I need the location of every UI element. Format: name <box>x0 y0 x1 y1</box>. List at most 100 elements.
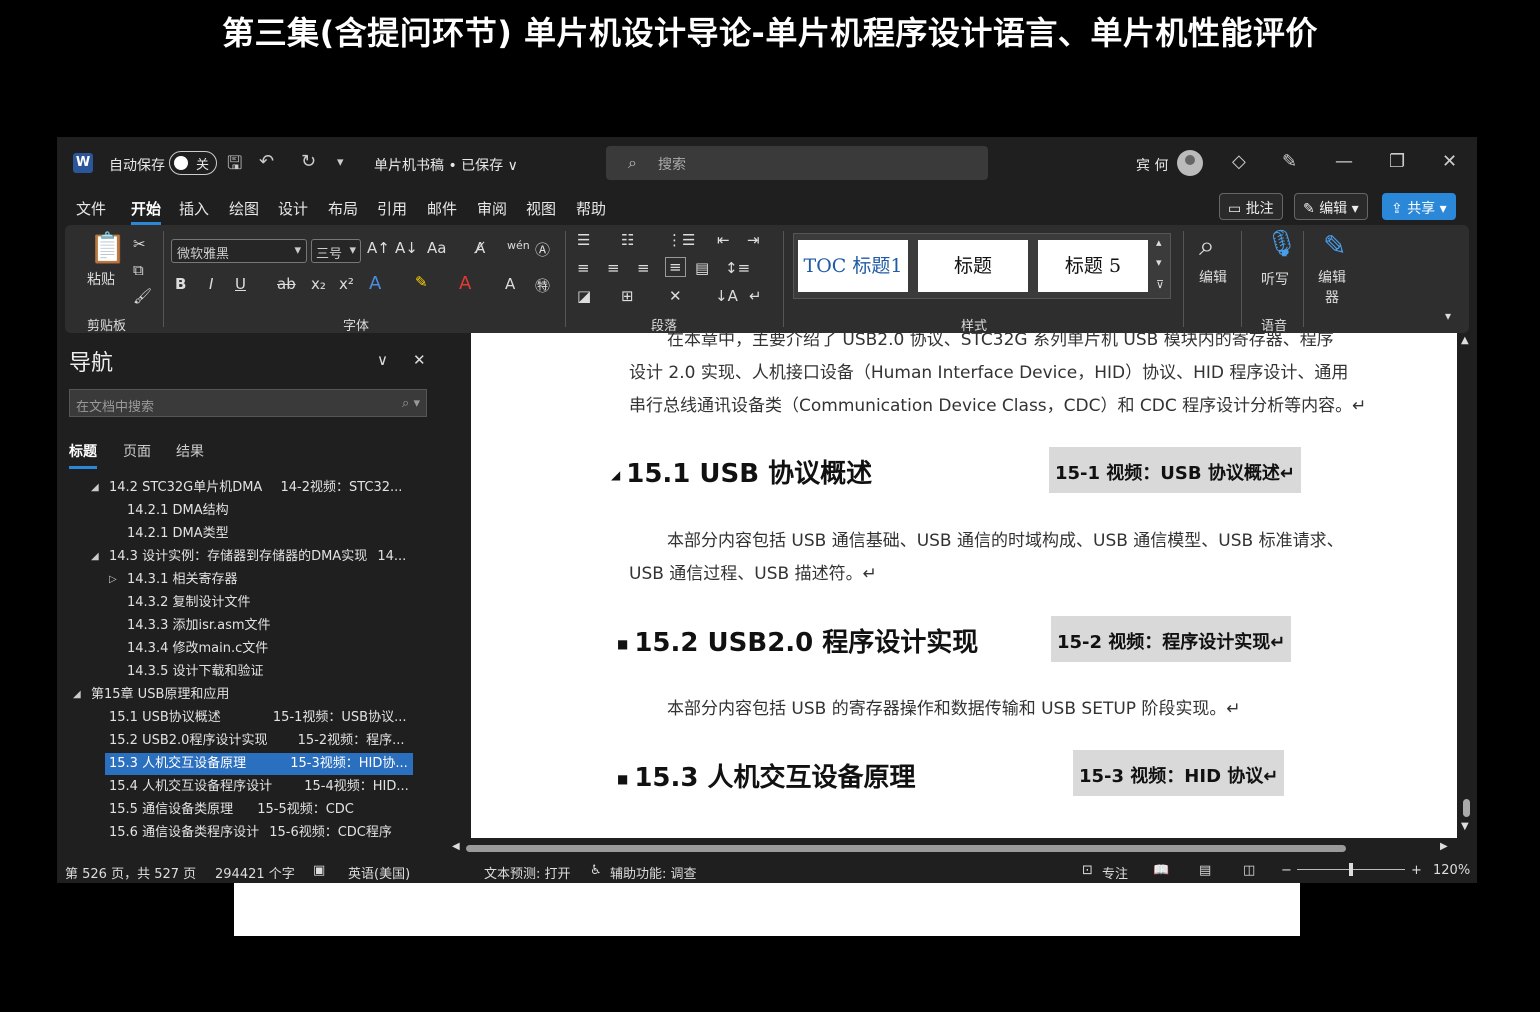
scroll-down-icon[interactable]: ▼ <box>1461 821 1469 832</box>
scroll-right-icon[interactable]: ▶ <box>1440 841 1448 852</box>
pen-icon[interactable]: ✎ <box>1282 151 1297 172</box>
shading-icon[interactable]: ◪ <box>577 287 591 305</box>
align-right-icon[interactable]: ≡ <box>637 259 650 277</box>
autosave-toggle[interactable]: 关 <box>169 151 217 175</box>
sort-icon[interactable]: ↓A <box>715 287 738 305</box>
scroll-left-icon[interactable]: ◀ <box>452 841 460 852</box>
style-toc-heading-1[interactable]: TOC 标题1 <box>798 240 908 292</box>
nav-search-input[interactable]: 在文档中搜索 ⌕ ▾ <box>69 389 427 417</box>
microphone-icon[interactable]: 🎙 <box>1265 229 1298 259</box>
style-heading-5[interactable]: 标题 5 <box>1038 240 1148 292</box>
nav-heading-14-2[interactable]: ◢ 14.2 STC32G单片机DMA 14-2视频：STC32... <box>91 477 402 499</box>
nav-close-icon[interactable]: ✕ <box>413 351 426 369</box>
accessibility-icon[interactable]: ♿ <box>590 863 602 878</box>
distributed-icon[interactable]: ▤ <box>695 259 709 277</box>
change-case-icon[interactable]: Aa <box>427 239 446 257</box>
paste-icon[interactable]: 📋 <box>89 231 126 266</box>
focus-label[interactable]: 专注 <box>1102 863 1128 882</box>
collapse-icon[interactable]: ◢ <box>91 546 99 568</box>
nav-heading-15-1[interactable]: 15.1 USB协议概述 15-1视频：USB协议... <box>109 707 407 729</box>
phonetic-guide-icon[interactable]: wén <box>507 239 530 252</box>
nav-tab-pages[interactable]: 页面 <box>123 441 151 461</box>
nav-heading-14-2-1a[interactable]: 14.2.1 DMA结构 <box>127 500 229 522</box>
language[interactable]: 英语(美国) <box>348 863 410 882</box>
chinese-layout-icon[interactable]: ✕ <box>669 287 682 305</box>
editing-label[interactable]: 编辑 <box>1199 267 1227 287</box>
collapse-icon[interactable]: ◢ <box>91 477 99 499</box>
tab-design[interactable]: 设计 <box>278 198 308 219</box>
strikethrough-icon[interactable]: ab <box>277 275 296 293</box>
editing-mode-button[interactable]: ✎ 编辑 ▾ <box>1294 193 1368 220</box>
collapse-ribbon-icon[interactable]: ▾ <box>1445 309 1451 323</box>
align-left-icon[interactable]: ≡ <box>577 259 590 277</box>
subscript-icon[interactable]: x₂ <box>311 275 326 293</box>
borders-icon[interactable]: ⊞ <box>621 287 634 305</box>
align-center-icon[interactable]: ≡ <box>607 259 620 277</box>
focus-icon[interactable]: ⊡ <box>1082 863 1093 878</box>
dictate-label[interactable]: 听写 <box>1261 269 1289 289</box>
highlight-icon[interactable]: ✎ <box>415 273 428 291</box>
redo-icon[interactable]: ↻ <box>301 151 316 172</box>
font-color-icon[interactable]: A <box>459 273 471 294</box>
decrease-indent-icon[interactable]: ⇤ <box>717 231 730 249</box>
word-count[interactable]: 294421 个字 <box>215 863 295 882</box>
numbering-icon[interactable]: ☷ <box>621 231 634 249</box>
copy-icon[interactable]: ⧉ <box>133 261 144 279</box>
nav-heading-14-2-1b[interactable]: 14.2.1 DMA类型 <box>127 523 229 545</box>
styles-scroll-down-icon[interactable]: ▾ <box>1156 256 1162 269</box>
nav-heading-14-3-1[interactable]: ▷ 14.3.1 相关寄存器 <box>109 569 237 591</box>
cut-icon[interactable]: ✂ <box>133 235 146 253</box>
italic-icon[interactable]: I <box>209 275 213 293</box>
tab-references[interactable]: 引用 <box>377 198 407 219</box>
tab-layout[interactable]: 布局 <box>328 198 358 219</box>
zoom-in-icon[interactable]: + <box>1411 863 1422 878</box>
zoom-slider-thumb[interactable] <box>1349 863 1353 876</box>
styles-more-icon[interactable]: ⊽ <box>1156 278 1164 291</box>
font-name-select[interactable]: 微软雅黑 ▾ <box>171 239 307 263</box>
scroll-up-icon[interactable]: ▲ <box>1461 335 1469 346</box>
nav-heading-15-4[interactable]: 15.4 人机交互设备程序设计 15-4视频：HID... <box>109 776 409 798</box>
paste-label[interactable]: 粘贴 <box>87 269 115 289</box>
search-box[interactable]: ⌕ 搜索 <box>606 146 988 180</box>
tab-view[interactable]: 视图 <box>526 198 556 219</box>
proofing-icon[interactable]: ▣ <box>313 863 325 878</box>
horizontal-scrollbar[interactable]: ◀ ▶ <box>452 841 1452 855</box>
show-marks-icon[interactable]: ↵ <box>749 287 762 305</box>
nav-heading-15-2[interactable]: 15.2 USB2.0程序设计实现 15-2视频：程序... <box>109 730 405 752</box>
editor-icon[interactable]: ✎ <box>1323 229 1346 262</box>
share-button[interactable]: ⇪ 共享 ▾ <box>1382 193 1456 220</box>
diamond-icon[interactable]: ◇ <box>1232 151 1246 172</box>
avatar[interactable] <box>1177 150 1203 176</box>
restore-icon[interactable]: ❐ <box>1389 151 1405 172</box>
save-icon[interactable]: 🖫 <box>227 151 242 181</box>
find-icon[interactable]: ⌕ <box>1199 229 1215 263</box>
close-icon[interactable]: ✕ <box>1442 151 1457 172</box>
tab-draw[interactable]: 绘图 <box>229 198 259 219</box>
bold-icon[interactable]: B <box>175 275 186 293</box>
print-layout-icon[interactable]: ▤ <box>1199 863 1211 878</box>
nav-heading-14-3-4[interactable]: 14.3.4 修改main.c文件 <box>127 638 268 660</box>
grow-font-icon[interactable]: A↑ <box>367 239 390 257</box>
tab-insert[interactable]: 插入 <box>179 198 209 219</box>
nav-heading-14-3-3[interactable]: 14.3.3 添加isr.asm文件 <box>127 615 271 637</box>
comments-button[interactable]: ▭ 批注 <box>1219 193 1283 220</box>
minimize-icon[interactable]: — <box>1335 151 1353 172</box>
nav-heading-15-3[interactable]: 15.3 人机交互设备原理 15-3视频：HID协... <box>105 753 413 775</box>
style-title[interactable]: 标题 <box>918 240 1028 292</box>
nav-heading-14-3-5[interactable]: 14.3.5 设计下载和验证 <box>127 661 263 683</box>
enclose-char-icon[interactable]: ㊕ <box>535 275 550 296</box>
nav-heading-15-5[interactable]: 15.5 通信设备类原理 15-5视频：CDC <box>109 799 354 821</box>
document-page[interactable]: 在本章中，主要介绍了 USB2.0 协议、STC32G 系列单片机 USB 模块… <box>471 330 1457 838</box>
editor-label[interactable]: 编辑器 <box>1317 267 1347 307</box>
shrink-font-icon[interactable]: A↓ <box>395 239 418 257</box>
read-mode-icon[interactable]: 📖 <box>1153 863 1169 878</box>
nav-heading-14-3-2[interactable]: 14.3.2 复制设计文件 <box>127 592 250 614</box>
nav-tab-results[interactable]: 结果 <box>176 441 204 461</box>
superscript-icon[interactable]: x² <box>339 275 354 293</box>
tab-mailings[interactable]: 邮件 <box>427 198 457 219</box>
vertical-scroll-thumb[interactable] <box>1463 799 1470 817</box>
document-name[interactable]: 单片机书稿 • 已保存 ∨ <box>374 155 518 175</box>
expand-icon[interactable]: ▷ <box>109 569 117 591</box>
line-spacing-icon[interactable]: ↕≡ <box>725 259 750 277</box>
nav-options-icon[interactable]: ∨ <box>377 351 388 369</box>
